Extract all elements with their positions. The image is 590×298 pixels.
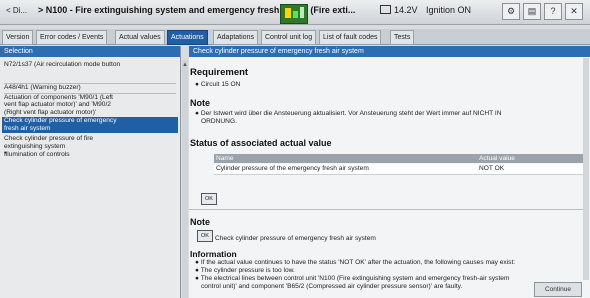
list-item-selected[interactable]: Check cylinder pressure of emergency	[2, 117, 178, 125]
tab-bar: Version Error codes / Events Actual valu…	[0, 29, 590, 45]
system-icons: ⚙ ▤? ✕	[502, 3, 586, 20]
ignition-status: Ignition ON	[426, 5, 472, 15]
question-icon[interactable]: ?	[544, 3, 562, 20]
row-value: NOT OK	[479, 165, 505, 172]
info-line-1: If the actual value continues to have th…	[200, 259, 516, 266]
list-item[interactable]: N72/1s37 (Air recirculation mode button	[4, 61, 176, 69]
note-line-2: ORDNUNG.	[201, 118, 237, 125]
requirement-text: Circuit 15 ON	[200, 81, 241, 88]
details-header: Check cylinder pressure of emergency fre…	[189, 46, 590, 57]
selection-header: Selection	[0, 46, 180, 57]
list-item[interactable]: A48/4h1 (Warning buzzer)	[4, 83, 176, 92]
note2-text: Check cylinder pressure of emergency fre…	[215, 235, 376, 242]
tab-tests[interactable]: Tests	[390, 30, 415, 45]
selection-panel: Selection N72/1s37 (Air recirculation mo…	[0, 46, 181, 298]
chevron-up-icon[interactable]: ▲	[182, 62, 188, 68]
note-line-1: Der Istwert wird über die Ansteuerung ak…	[200, 110, 502, 117]
list-item-continued[interactable]: vent flap actuator motor)' and 'M90/2	[4, 101, 176, 109]
battery-icon	[380, 5, 391, 14]
table-header: Name Actual value	[214, 154, 588, 163]
continue-button[interactable]: Continue	[534, 282, 582, 297]
info-line: ● The cylinder pressure is too low.	[195, 267, 295, 274]
left-scrollbar[interactable]: ▲	[182, 60, 188, 298]
information-title: Information	[190, 249, 237, 259]
details-panel: Check cylinder pressure of emergency fre…	[189, 46, 590, 298]
list-item[interactable]: Check cylinder pressure of fire	[4, 135, 176, 143]
tab-adaptations[interactable]: Adaptations	[213, 30, 258, 45]
info-line-4: control unit)' and component 'B65/2 (Com…	[201, 283, 463, 290]
info-line-3: The electrical lines between control uni…	[200, 275, 510, 282]
tab-actual-values[interactable]: Actual values	[115, 30, 165, 45]
voltage-value: 14.2V	[394, 5, 418, 15]
bullet-icon: •	[4, 150, 7, 157]
right-scrollbar[interactable]	[583, 58, 589, 280]
signal-badge-icon	[280, 4, 308, 24]
note2-title: Note	[190, 217, 210, 227]
close-icon[interactable]: ✕	[565, 3, 583, 20]
info-line: ● If the actual value continues to have …	[195, 259, 516, 266]
document-icon[interactable]: ▤	[523, 3, 541, 20]
title-bar: < Di... > N100 - Fire extinguishing syst…	[0, 0, 590, 25]
tab-actuations[interactable]: Actuations	[167, 30, 208, 45]
gear-icon[interactable]: ⚙	[502, 3, 520, 20]
info-line: ● The electrical lines between control u…	[195, 275, 510, 282]
ok-icon: OK	[197, 230, 213, 242]
diagnosis-screen: < Di... > N100 - Fire extinguishing syst…	[0, 0, 590, 298]
list-item-continued[interactable]: extinguishing system	[4, 143, 176, 151]
column-actual-value: Actual value	[479, 155, 515, 162]
back-breadcrumb[interactable]: < Di...	[6, 6, 27, 15]
note-title: Note	[190, 98, 210, 108]
info-line-2: The cylinder pressure is too low.	[200, 267, 295, 274]
requirement-title: Requirement	[190, 67, 249, 78]
tab-control-unit-log[interactable]: Control unit log	[261, 30, 317, 45]
tab-fault-codes[interactable]: List of fault codes	[319, 30, 382, 45]
status-title: Status of associated actual value	[190, 138, 332, 148]
requirement-item: ● Circuit 15 ON	[195, 81, 241, 88]
row-name: Cylinder pressure of the emergency fresh…	[216, 165, 369, 172]
table-row: Cylinder pressure of the emergency fresh…	[214, 164, 588, 175]
list-item-continued[interactable]: (Right vent flap actuator motor)'	[4, 109, 176, 117]
divider	[189, 209, 589, 210]
tab-error-codes[interactable]: Error codes / Events	[36, 30, 108, 45]
voltage-display: 14.2V	[380, 5, 418, 15]
column-name: Name	[216, 155, 234, 162]
ok-status-icon: OK	[201, 193, 217, 205]
note-text: ● Der Istwert wird über die Ansteuerung …	[195, 110, 502, 117]
list-item-selected-continued[interactable]: fresh air system	[2, 125, 178, 133]
tab-version[interactable]: Version	[2, 30, 34, 45]
list-item[interactable]: Illumination of controls	[4, 151, 176, 159]
